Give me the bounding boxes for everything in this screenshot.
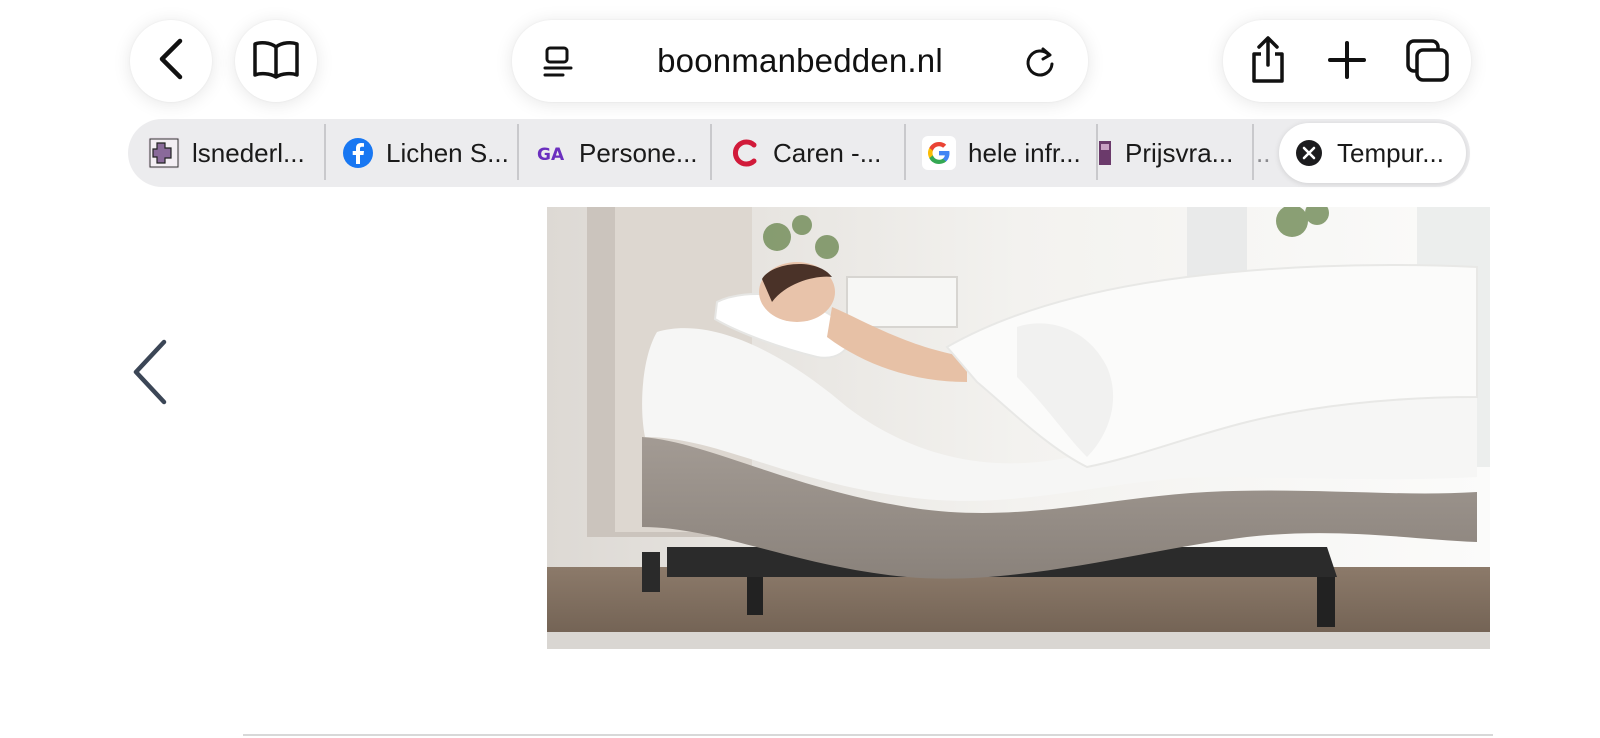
active-tab-title: Tempur... [1337,137,1444,168]
tabs-overview-icon[interactable] [1403,36,1453,86]
active-tab[interactable]: Tempur... [1279,123,1466,183]
plus-icon[interactable] [1325,38,1369,82]
tab-item[interactable]: hele infr... [922,119,1081,187]
tab-divider [710,124,712,180]
adjustable-bed-image [547,207,1490,649]
facebook-favicon [342,137,374,169]
back-button[interactable] [130,20,212,102]
chevron-left-icon [128,339,172,410]
open-book-icon [252,39,300,84]
address-bar[interactable]: boonmanbedden.nl [512,20,1088,102]
tab-item[interactable]: GA Persone... [535,119,698,187]
purple-favicon [1099,137,1113,169]
svg-text:GA: GA [537,145,565,165]
reader-button[interactable] [235,20,317,102]
tab-title: Lichen S... [386,137,509,168]
tab-divider [1252,124,1254,180]
tab-divider [324,124,326,180]
carousel-prev-button[interactable] [128,338,172,406]
url-text: boonmanbedden.nl [657,42,943,79]
tab-strip: lsnederl... Lichen S... GA Persone... Ca… [128,119,1470,187]
tab-divider [1096,124,1098,180]
ga-favicon: GA [535,137,567,169]
content-divider [243,734,1493,736]
tab-item[interactable]: Prijsvra... [1099,119,1233,187]
chevron-left-icon [156,38,186,85]
tab-title: hele infr... [968,137,1081,168]
tab-title: Persone... [579,137,698,168]
tab-item[interactable]: lsnederl... [148,119,305,187]
tab-divider [517,124,519,180]
reload-icon[interactable] [1020,42,1060,82]
c-favicon [729,137,761,169]
action-group [1223,20,1471,102]
tab-title: .. [1256,137,1271,168]
tab-item[interactable]: Caren -... [729,119,881,187]
puzzle-favicon [148,137,180,169]
tab-item[interactable]: Lichen S... [342,119,509,187]
tab-title: Prijsvra... [1125,137,1234,168]
tab-title: Caren -... [773,137,882,168]
share-icon[interactable] [1243,34,1293,86]
tab-item[interactable]: .. [1256,119,1270,187]
tab-title: lsnederl... [192,137,305,168]
close-icon[interactable] [1295,139,1323,167]
tab-divider [904,124,906,180]
google-favicon [922,136,956,170]
